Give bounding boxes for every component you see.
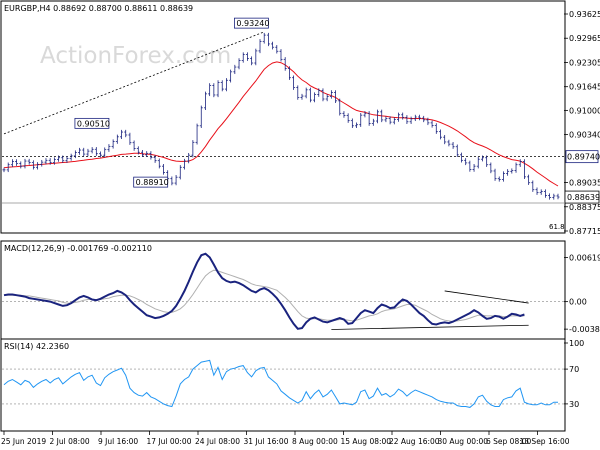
price-annotation: 0.88910	[133, 176, 169, 188]
price-panel-title: EURGBP,H4 0.88692 0.88700 0.88611 0.8863…	[4, 4, 193, 13]
price-tick-label: 0.92965	[569, 34, 600, 43]
rsi-tick-label: 100	[569, 339, 584, 348]
price-tick-label: 0.90340	[569, 131, 600, 140]
price-tick-label: 0.87715	[569, 227, 600, 236]
price-tick-label: 0.92305	[569, 58, 600, 67]
chart-canvas: ActionForex.com 61.80.932400.905100.8891…	[0, 0, 600, 446]
fib-label: 61.8	[549, 223, 565, 231]
annotation-text: 0.88910	[136, 178, 169, 187]
rsi-panel-frame	[0, 338, 566, 432]
x-tick-label: 17 Jul 00:00	[147, 437, 192, 446]
x-tick-label: 2 Jul 08:00	[50, 437, 90, 446]
level-label-text: 0.89740	[567, 153, 600, 162]
macd-tick-label: 0.00	[569, 298, 587, 307]
price-tick-label: 0.89035	[569, 179, 600, 188]
macd-panel-title: MACD(12,26,9) -0.001769 -0.002110	[4, 244, 152, 253]
price-annotation: 0.93240	[234, 17, 270, 29]
rsi-tick-label: 30	[569, 400, 579, 409]
current-price-tag: 0.88639	[564, 190, 600, 204]
price-tick-label: 0.91645	[569, 83, 600, 92]
x-tick-label: 30 Aug 00:00	[438, 437, 489, 446]
annotation-text: 0.90510	[77, 119, 110, 128]
x-tick-label: 25 Jun 2019	[1, 437, 46, 446]
current-price-text: 0.88639	[567, 193, 600, 202]
price-annotation: 0.90510	[74, 117, 110, 129]
x-tick-label: 13 Sep 16:00	[520, 437, 570, 446]
x-tick-label: 15 Aug 08:00	[341, 437, 392, 446]
macd-panel-frame	[0, 240, 566, 340]
level-label: 0.89740	[565, 150, 600, 164]
price-tick-label: 0.91000	[569, 106, 600, 115]
x-tick-label: 22 Aug 16:00	[389, 437, 440, 446]
macd-tick-label: -0.00385	[569, 325, 600, 334]
x-tick-label: 31 Jul 16:00	[244, 437, 289, 446]
x-tick-label: 9 Jul 16:00	[98, 437, 138, 446]
price-panel-frame	[0, 0, 566, 234]
macd-tick-label: 0.00619	[569, 253, 600, 262]
x-tick-label: 24 Jul 08:00	[195, 437, 240, 446]
price-tick-label: 0.93625	[569, 10, 600, 19]
rsi-panel-title: RSI(14) 42.2360	[4, 342, 69, 351]
annotation-text: 0.93240	[236, 19, 269, 28]
price-tick-label: 0.88375	[569, 203, 600, 212]
rsi-tick-label: 70	[569, 365, 579, 374]
x-tick-label: 8 Aug 00:00	[292, 437, 338, 446]
